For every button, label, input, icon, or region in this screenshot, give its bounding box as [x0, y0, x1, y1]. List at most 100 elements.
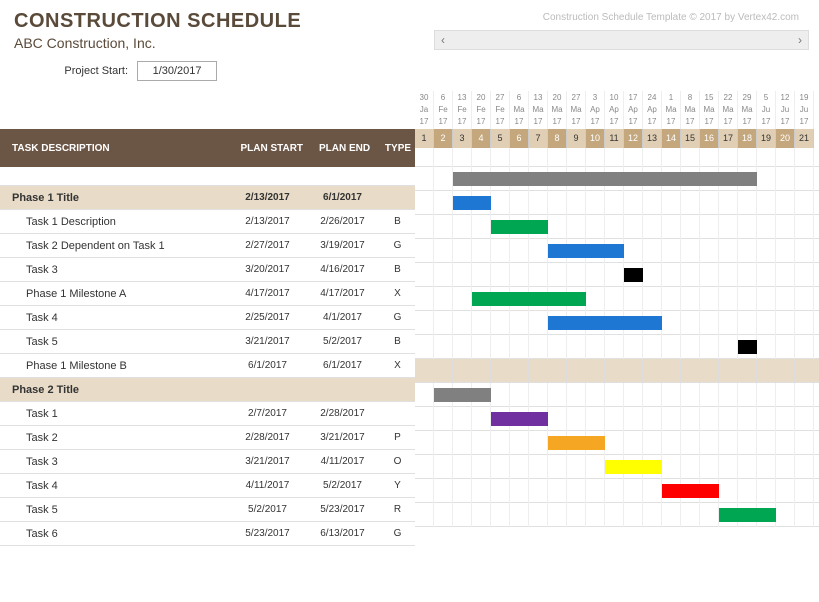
plan-start: 2/13/2017	[230, 216, 305, 227]
plan-end: 4/1/2017	[305, 312, 380, 323]
task-label: Phase 1 Milestone B	[0, 360, 230, 372]
week-cell: 2	[434, 129, 453, 148]
task-label: Phase 1 Milestone A	[0, 288, 230, 300]
task-label: Task 4	[0, 480, 230, 492]
gantt-bar	[605, 460, 662, 474]
date-cell: 15Ma17	[700, 91, 719, 129]
gantt-row	[415, 407, 819, 431]
date-cell: 19Ju17	[795, 91, 814, 129]
task-label: Task 2 Dependent on Task 1	[0, 240, 230, 252]
date-cell: 1Ma17	[662, 91, 681, 129]
plan-end: 3/19/2017	[305, 240, 380, 251]
task-type: Y	[380, 480, 415, 491]
task-label: Phase 2 Title	[0, 384, 230, 396]
task-type: X	[380, 360, 415, 371]
task-type: G	[380, 312, 415, 323]
date-cell: 24Ap17	[643, 91, 662, 129]
gantt-row	[415, 287, 819, 311]
gantt-row	[415, 383, 819, 407]
table-row[interactable]: Phase 1 Milestone A4/17/20174/17/2017X	[0, 282, 415, 306]
plan-start: 6/1/2017	[230, 360, 305, 371]
date-cell: 13Fe17	[453, 91, 472, 129]
scroll-right-icon[interactable]: ›	[798, 33, 802, 47]
week-cell: 14	[662, 129, 681, 148]
scroll-left-icon[interactable]: ‹	[441, 33, 445, 47]
gantt-row	[415, 167, 819, 191]
date-cell: 17Ap17	[624, 91, 643, 129]
task-type: B	[380, 264, 415, 275]
table-row[interactable]: Task 2 Dependent on Task 12/27/20173/19/…	[0, 234, 415, 258]
table-row[interactable]: Task 55/2/20175/23/2017R	[0, 498, 415, 522]
plan-start: 3/20/2017	[230, 264, 305, 275]
table-row[interactable]: Task 65/23/20176/13/2017G	[0, 522, 415, 546]
task-label: Task 1 Description	[0, 216, 230, 228]
gantt-bar	[453, 196, 491, 210]
table-row[interactable]: Task 33/20/20174/16/2017B	[0, 258, 415, 282]
task-label: Task 1	[0, 408, 230, 420]
task-type: R	[380, 504, 415, 515]
date-cell: 3Ap17	[586, 91, 605, 129]
gantt-bar	[719, 508, 776, 522]
gantt-row	[415, 335, 819, 359]
date-cell: 30Ja17	[415, 91, 434, 129]
week-cell: 18	[738, 129, 757, 148]
week-cell: 4	[472, 129, 491, 148]
gantt-bar	[548, 244, 624, 258]
plan-start: 2/28/2017	[230, 432, 305, 443]
timeline-scrollbar[interactable]: ‹ ›	[434, 30, 809, 50]
table-row[interactable]: Phase 1 Milestone B6/1/20176/1/2017X	[0, 354, 415, 378]
gantt-bar	[453, 172, 757, 186]
project-start-input[interactable]: 1/30/2017	[137, 61, 217, 81]
gantt-bar	[548, 316, 662, 330]
plan-end: 2/26/2017	[305, 216, 380, 227]
week-cell: 19	[757, 129, 776, 148]
gantt-bar	[548, 436, 605, 450]
plan-end: 5/2/2017	[305, 480, 380, 491]
task-type: P	[380, 432, 415, 443]
date-cell: 13Ma17	[529, 91, 548, 129]
table-row[interactable]: Phase 1 Title2/13/20176/1/2017	[0, 186, 415, 210]
week-cell: 3	[453, 129, 472, 148]
table-row[interactable]: Task 42/25/20174/1/2017G	[0, 306, 415, 330]
gantt-row	[415, 239, 819, 263]
plan-start: 4/11/2017	[230, 480, 305, 491]
task-label: Task 6	[0, 528, 230, 540]
week-header: 123456789101112131415161718192021	[415, 129, 819, 148]
date-cell: 12Ju17	[776, 91, 795, 129]
week-cell: 8	[548, 129, 567, 148]
gantt-row	[415, 431, 819, 455]
gantt-row	[415, 215, 819, 239]
task-label: Task 4	[0, 312, 230, 324]
date-cell: 6Fe17	[434, 91, 453, 129]
gantt-bar	[624, 268, 643, 282]
table-row[interactable]: Task 1 Description2/13/20172/26/2017B	[0, 210, 415, 234]
table-row[interactable]: Task 12/7/20172/28/2017	[0, 402, 415, 426]
week-cell: 20	[776, 129, 795, 148]
plan-end: 5/23/2017	[305, 504, 380, 515]
plan-start: 3/21/2017	[230, 336, 305, 347]
date-cell: 29Ma17	[738, 91, 757, 129]
gantt-row	[415, 311, 819, 335]
table-row[interactable]: Task 44/11/20175/2/2017Y	[0, 474, 415, 498]
plan-start: 3/21/2017	[230, 456, 305, 467]
col-type: TYPE	[381, 143, 415, 154]
table-row[interactable]: Task 53/21/20175/2/2017B	[0, 330, 415, 354]
date-cell: 27Fe17	[491, 91, 510, 129]
task-label: Phase 1 Title	[0, 192, 230, 204]
plan-end: 2/28/2017	[305, 408, 380, 419]
gantt-bar	[491, 220, 548, 234]
table-row[interactable]: Task 33/21/20174/11/2017O	[0, 450, 415, 474]
task-label: Task 5	[0, 336, 230, 348]
task-label: Task 5	[0, 504, 230, 516]
gantt-row	[415, 455, 819, 479]
table-row[interactable]: Task 22/28/20173/21/2017P	[0, 426, 415, 450]
date-cell: 10Ap17	[605, 91, 624, 129]
week-cell: 17	[719, 129, 738, 148]
col-plan-start: PLAN START	[235, 143, 308, 154]
week-cell: 6	[510, 129, 529, 148]
week-cell: 10	[586, 129, 605, 148]
plan-start: 2/7/2017	[230, 408, 305, 419]
week-cell: 12	[624, 129, 643, 148]
table-row[interactable]: Phase 2 Title	[0, 378, 415, 402]
task-label: Task 2	[0, 432, 230, 444]
